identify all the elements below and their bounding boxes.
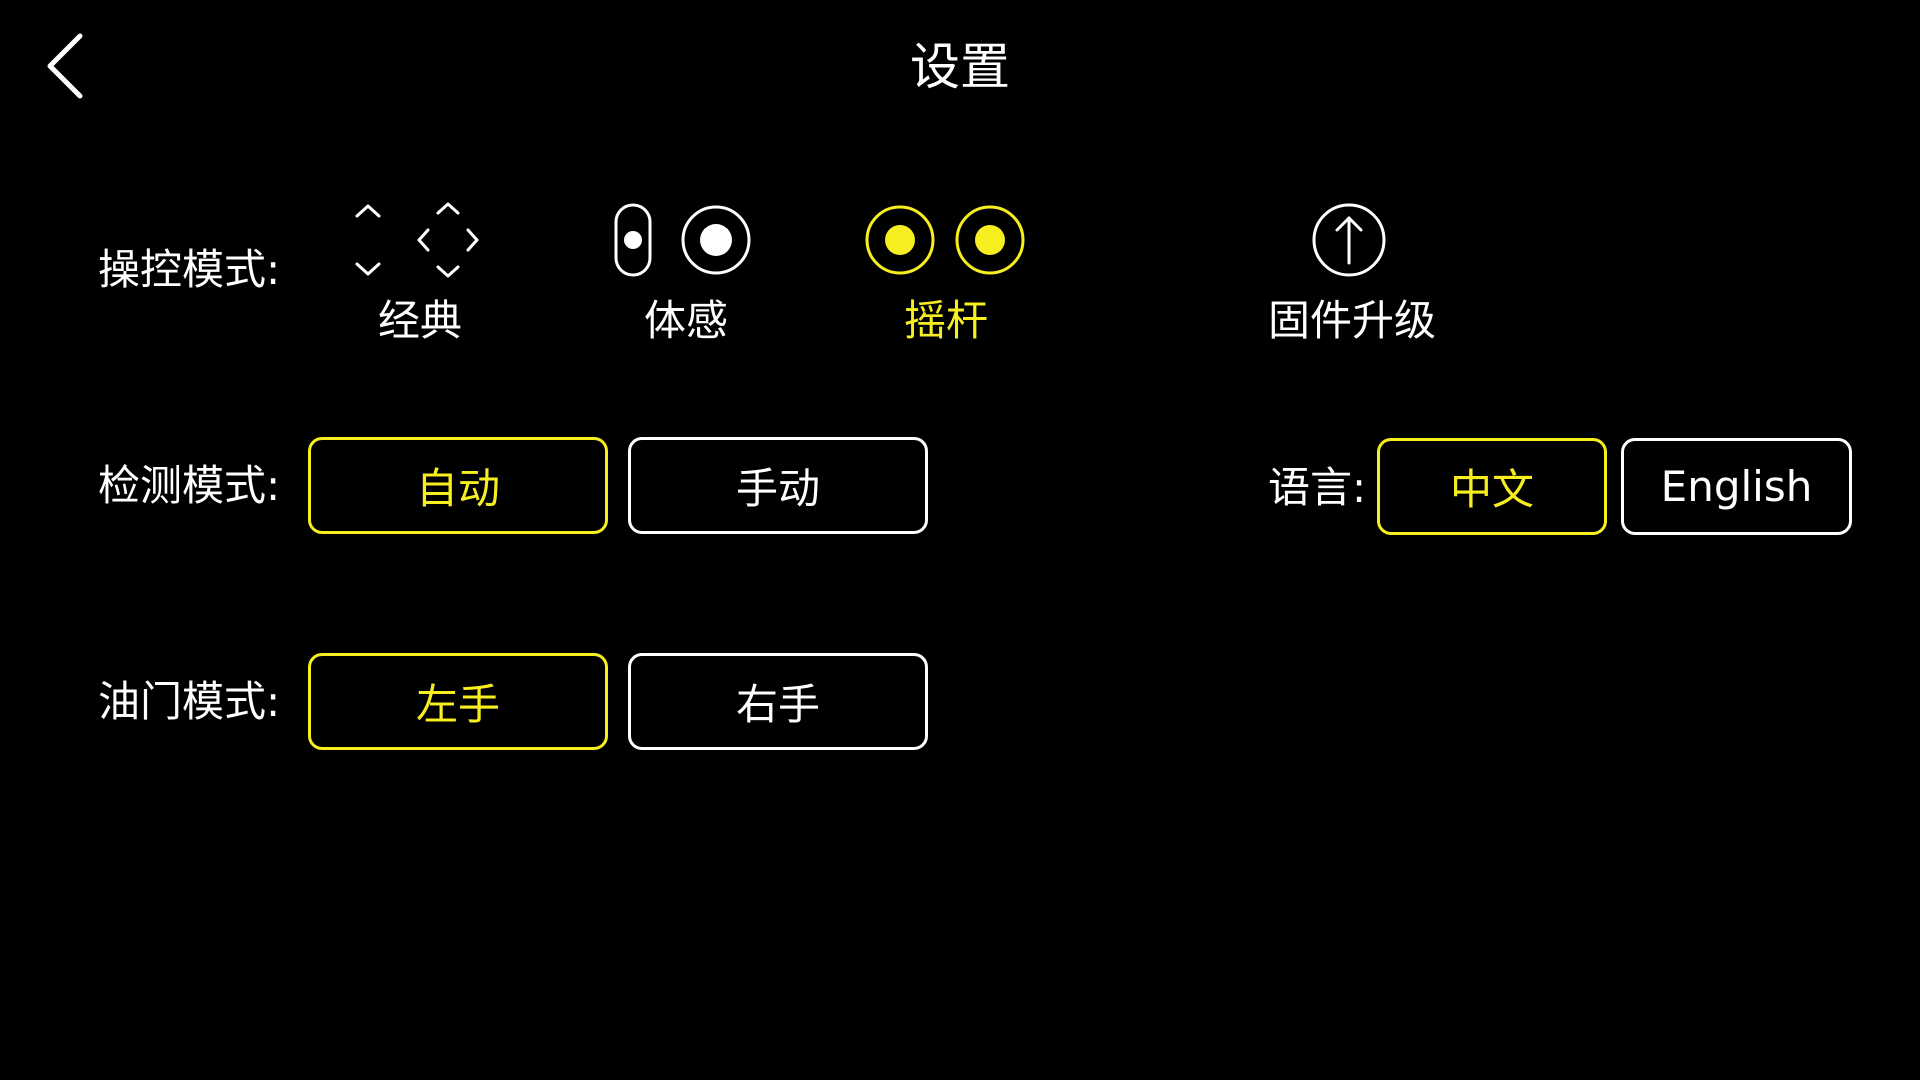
- language-label: 语言:: [1268, 463, 1367, 512]
- control-mode-classic-label: 经典: [377, 296, 462, 345]
- motion-sense-icon: [614, 203, 751, 277]
- upload-arrow-icon: [1312, 203, 1386, 277]
- firmware-upgrade-label: 固件升级: [1267, 296, 1436, 345]
- firmware-upgrade-button[interactable]: 固件升级: [1262, 195, 1442, 355]
- detect-mode-label: 检测模式:: [98, 461, 281, 510]
- page-title: 设置: [910, 38, 1010, 96]
- detect-mode-auto-button[interactable]: 自动: [308, 437, 608, 534]
- control-mode-joystick-label: 摇杆: [903, 296, 988, 345]
- control-mode-label: 操控模式:: [98, 245, 281, 294]
- control-mode-motion[interactable]: 体感: [612, 195, 760, 355]
- control-mode-classic[interactable]: 经典: [340, 195, 500, 355]
- chevron-left-icon: [47, 33, 83, 99]
- dpad-icon: [355, 202, 479, 278]
- throttle-mode-right-hand-button[interactable]: 右手: [628, 653, 928, 750]
- language-english-button[interactable]: English: [1621, 438, 1852, 535]
- control-mode-joystick[interactable]: 摇杆: [864, 195, 1028, 355]
- throttle-mode-left-hand-button[interactable]: 左手: [308, 653, 608, 750]
- joystick-icon: [865, 205, 1025, 275]
- language-chinese-button[interactable]: 中文: [1377, 438, 1607, 535]
- control-mode-motion-label: 体感: [643, 296, 728, 345]
- throttle-mode-label: 油门模式:: [98, 677, 281, 726]
- back-button[interactable]: [36, 28, 96, 104]
- detect-mode-manual-button[interactable]: 手动: [628, 437, 928, 534]
